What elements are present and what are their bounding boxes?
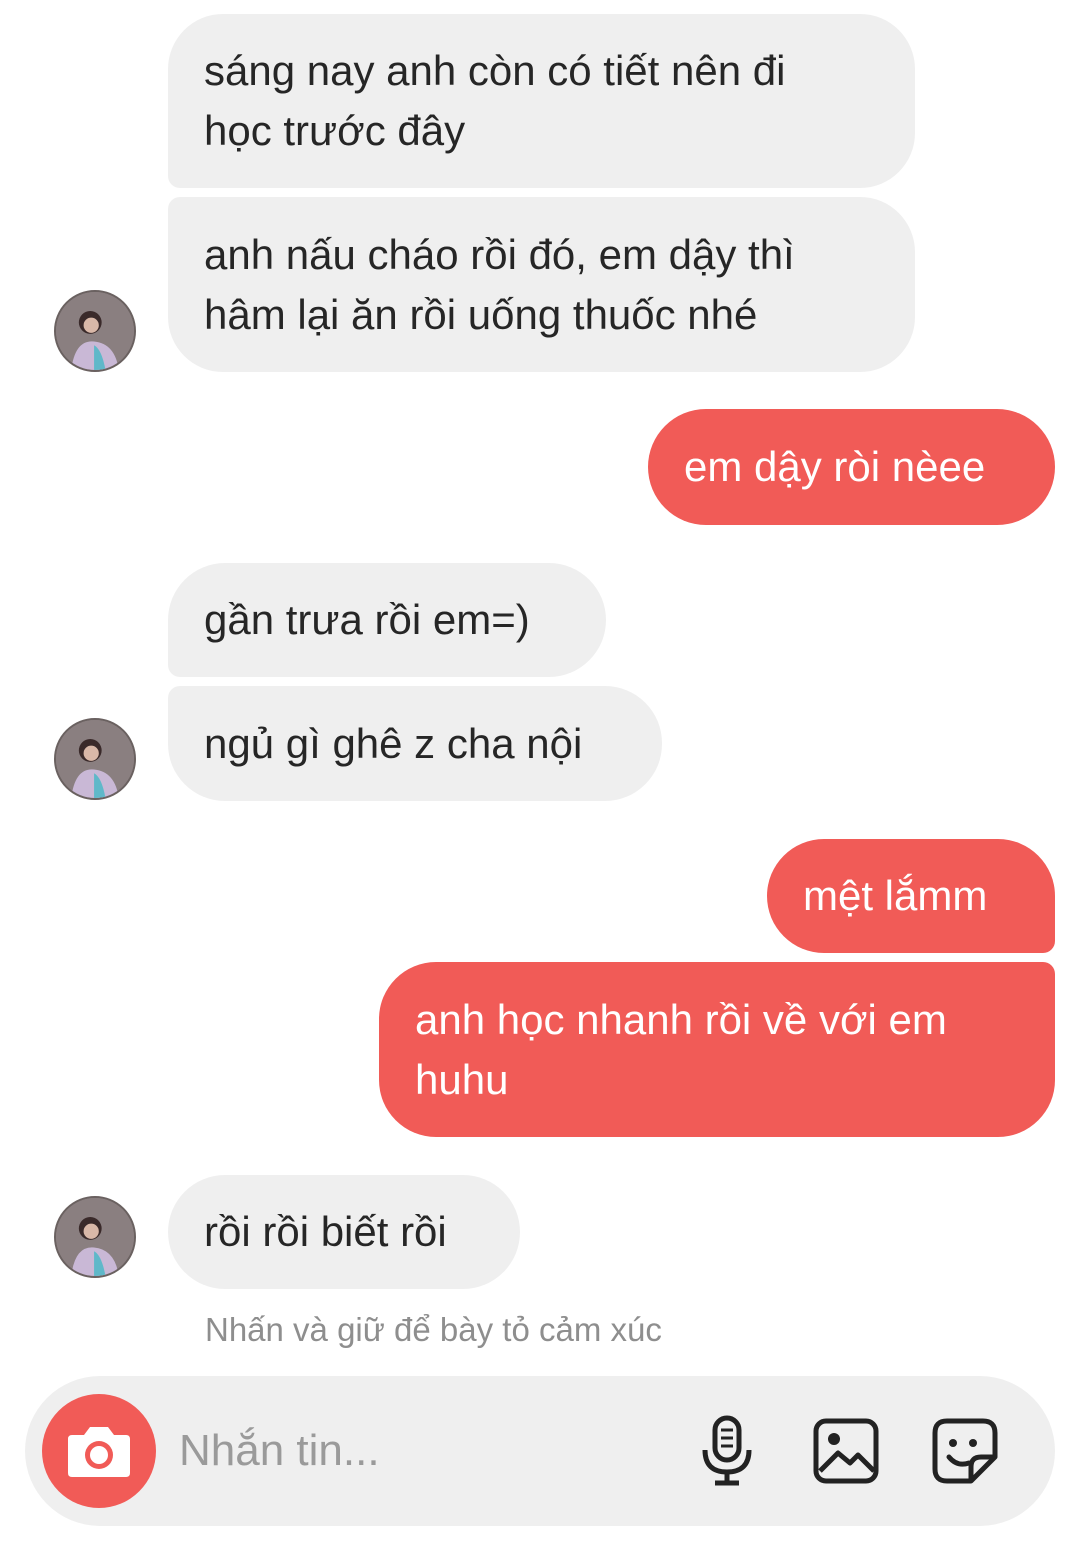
reaction-hint: Nhấn và giữ để bày tỏ cảm xúc [205,1311,662,1348]
camera-button[interactable] [42,1394,156,1508]
message-composer [25,1376,1055,1526]
microphone-icon [702,1415,752,1486]
message-text: rồi rồi biết rồi [204,1208,447,1255]
message-text: anh học nhanh rồi về với em huhu [415,995,947,1103]
microphone-button[interactable] [690,1414,764,1488]
message-bubble-received[interactable]: rồi rồi biết rồi [168,1175,520,1289]
camera-icon [68,1427,130,1477]
message-text: anh nấu cháo rồi đó, em dậy thì hâm lại … [204,230,795,338]
message-text: em dậy ròi nèee [684,443,986,490]
message-bubble-received[interactable]: sáng nay anh còn có tiết nên đi học trướ… [168,14,915,188]
message-bubble-sent[interactable]: mệt lắmm [767,839,1055,953]
contact-avatar[interactable] [54,290,136,372]
message-bubble-sent[interactable]: em dậy ròi nèee [648,409,1055,525]
message-text: sáng nay anh còn có tiết nên đi học trướ… [204,47,786,154]
gallery-button[interactable] [809,1414,883,1488]
message-bubble-sent[interactable]: anh học nhanh rồi về với em huhu [379,962,1055,1137]
message-text: gần trưa rồi em=) [204,596,530,643]
chat-thread: sáng nay anh còn có tiết nên đi học trướ… [0,0,1080,1550]
sticker-icon [932,1418,998,1484]
message-bubble-received[interactable]: anh nấu cháo rồi đó, em dậy thì hâm lại … [168,197,915,372]
message-bubble-received[interactable]: ngủ gì ghê z cha nội [168,686,662,801]
message-input[interactable] [179,1416,659,1486]
sticker-button[interactable] [928,1414,1002,1488]
message-text: ngủ gì ghê z cha nội [204,719,583,767]
contact-avatar[interactable] [54,1196,136,1278]
message-bubble-received[interactable]: gần trưa rồi em=) [168,563,606,677]
gallery-icon [813,1418,879,1484]
contact-avatar[interactable] [54,718,136,800]
message-text: mệt lắmm [803,872,988,919]
